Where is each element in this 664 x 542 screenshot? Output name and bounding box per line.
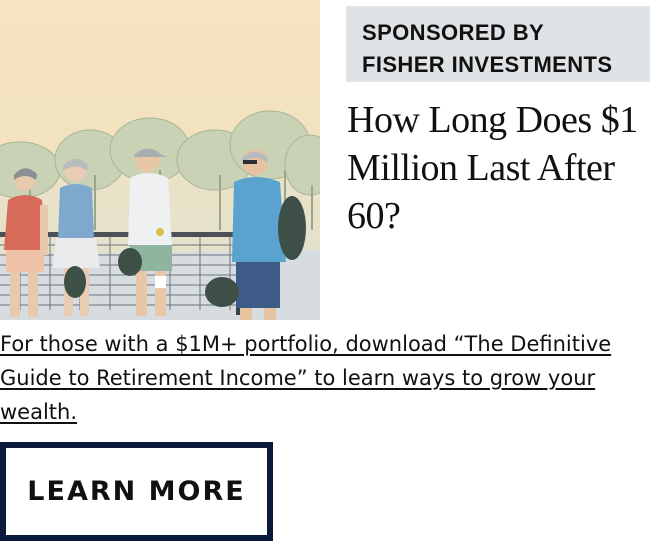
ad-description-link[interactable]: For those with a $1M+ portfolio, downloa… bbox=[0, 327, 664, 429]
sponsored-ad-card: SPONSORED BY FISHER INVESTMENTS How Long… bbox=[0, 0, 664, 542]
learn-more-button[interactable]: LEARN MORE bbox=[0, 442, 273, 541]
ad-image-pickleball-players[interactable] bbox=[0, 0, 320, 320]
pickleball-illustration bbox=[0, 110, 320, 320]
ad-headline[interactable]: How Long Does $1 Million Last After 60? bbox=[347, 96, 661, 240]
learn-more-label: LEARN MORE bbox=[27, 476, 246, 507]
sponsor-label: SPONSORED BY bbox=[362, 20, 545, 45]
sponsor-name: FISHER INVESTMENTS bbox=[362, 52, 613, 77]
sponsor-badge: SPONSORED BY FISHER INVESTMENTS bbox=[346, 6, 650, 82]
